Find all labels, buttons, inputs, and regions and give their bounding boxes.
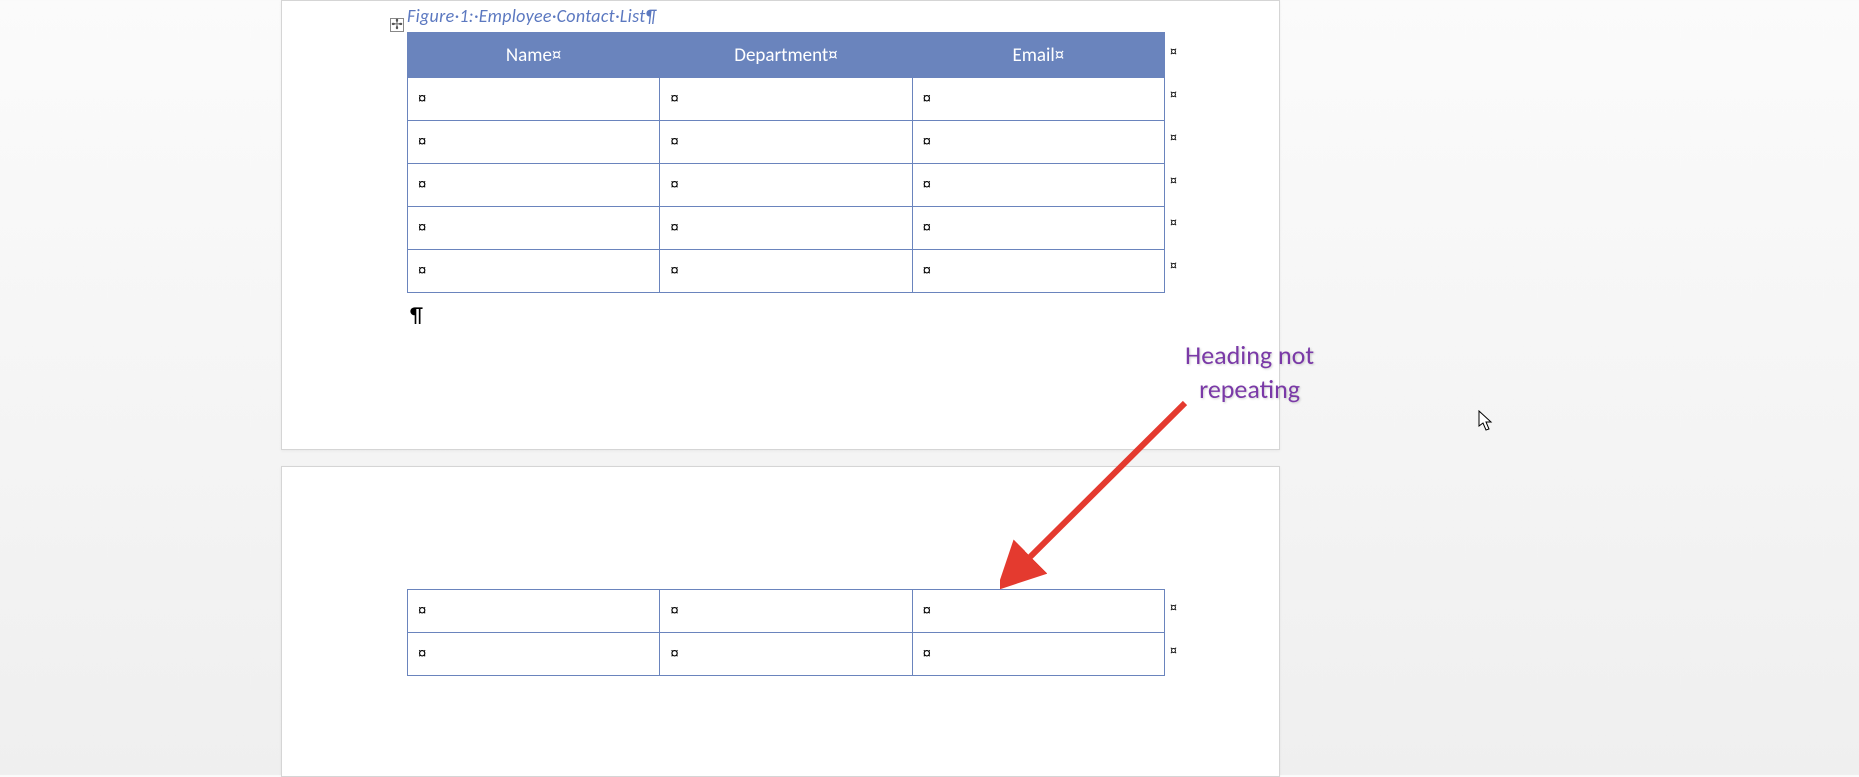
table-cell[interactable]: ¤ bbox=[912, 633, 1164, 676]
annotation-line-2: repeating bbox=[1199, 373, 1300, 405]
header-name[interactable]: Name¤ bbox=[408, 33, 660, 78]
cell-end-mark-icon: ¤ bbox=[923, 645, 931, 662]
row-end-mark-icon: ¤ bbox=[1170, 43, 1177, 60]
annotation-callout: Heading not repeating bbox=[1185, 339, 1314, 407]
cell-end-mark-icon: ¤ bbox=[670, 133, 678, 150]
cell-end-mark-icon: ¤ bbox=[923, 133, 931, 150]
table-cell[interactable]: ¤ bbox=[408, 164, 660, 207]
table-cell[interactable]: ¤ bbox=[408, 78, 660, 121]
table-cell[interactable]: ¤ bbox=[408, 121, 660, 164]
annotation-line-1: Heading not bbox=[1185, 339, 1314, 371]
row-end-mark-icon: ¤ bbox=[1170, 172, 1177, 189]
cell-end-mark-icon: ¤ bbox=[670, 90, 678, 107]
table-row[interactable]: ¤ ¤ ¤ bbox=[408, 633, 1165, 676]
table-cell[interactable]: ¤ bbox=[912, 78, 1164, 121]
header-department[interactable]: Department¤ bbox=[660, 33, 912, 78]
header-email[interactable]: Email¤ bbox=[912, 33, 1164, 78]
table-cell[interactable]: ¤ bbox=[660, 78, 912, 121]
table-cell[interactable]: ¤ bbox=[660, 207, 912, 250]
employee-contact-table-continued[interactable]: ¤ ¤ ¤ ¤ ¤ ¤ bbox=[407, 589, 1165, 676]
table-row[interactable]: ¤ ¤ ¤ bbox=[408, 121, 1165, 164]
table-cell[interactable]: ¤ bbox=[660, 633, 912, 676]
row-end-mark-icon: ¤ bbox=[1170, 599, 1177, 616]
table-cell[interactable]: ¤ bbox=[408, 590, 660, 633]
table-row[interactable]: ¤ ¤ ¤ bbox=[408, 207, 1165, 250]
cell-end-mark-icon: ¤ bbox=[418, 262, 426, 279]
document-page-2[interactable]: ¤ ¤ ¤ ¤ ¤ ¤ ¤ ¤ bbox=[281, 466, 1280, 777]
cell-end-mark-icon: ¤ bbox=[923, 90, 931, 107]
cell-end-mark-icon: ¤ bbox=[923, 602, 931, 619]
employee-contact-table[interactable]: Name¤ Department¤ Email¤ ¤ ¤ ¤ ¤ ¤ ¤ ¤ ¤… bbox=[407, 32, 1165, 293]
cell-end-mark-icon: ¤ bbox=[418, 645, 426, 662]
table-row[interactable]: ¤ ¤ ¤ bbox=[408, 250, 1165, 293]
table-row[interactable]: ¤ ¤ ¤ bbox=[408, 590, 1165, 633]
table-cell[interactable]: ¤ bbox=[408, 250, 660, 293]
row-end-mark-icon: ¤ bbox=[1170, 86, 1177, 103]
cell-end-mark-icon: ¤ bbox=[670, 262, 678, 279]
table-cell[interactable]: ¤ bbox=[912, 164, 1164, 207]
table-cell[interactable]: ¤ bbox=[408, 633, 660, 676]
row-end-mark-icon: ¤ bbox=[1170, 642, 1177, 659]
table-move-handle-icon[interactable]: ✢ bbox=[390, 18, 404, 32]
figure-caption[interactable]: Figure·1:·Employee·Contact·List¶ bbox=[407, 5, 656, 27]
document-page-1[interactable]: Figure·1:·Employee·Contact·List¶ ✢ Name¤… bbox=[281, 0, 1280, 450]
cell-end-mark-icon: ¤ bbox=[923, 176, 931, 193]
table-cell[interactable]: ¤ bbox=[660, 590, 912, 633]
mouse-cursor-icon bbox=[1478, 410, 1494, 432]
table-header-row[interactable]: Name¤ Department¤ Email¤ bbox=[408, 33, 1165, 78]
cell-end-mark-icon: ¤ bbox=[670, 645, 678, 662]
table-cell[interactable]: ¤ bbox=[912, 250, 1164, 293]
cell-end-mark-icon: ¤ bbox=[418, 602, 426, 619]
cell-end-mark-icon: ¤ bbox=[670, 176, 678, 193]
cell-end-mark-icon: ¤ bbox=[418, 90, 426, 107]
table-cell[interactable]: ¤ bbox=[660, 250, 912, 293]
table-cell[interactable]: ¤ bbox=[660, 164, 912, 207]
paragraph-mark-icon: ¶ bbox=[410, 301, 423, 328]
cell-end-mark-icon: ¤ bbox=[418, 219, 426, 236]
table-cell[interactable]: ¤ bbox=[912, 207, 1164, 250]
row-end-mark-icon: ¤ bbox=[1170, 214, 1177, 231]
cell-end-mark-icon: ¤ bbox=[923, 219, 931, 236]
table-cell[interactable]: ¤ bbox=[912, 121, 1164, 164]
table-row[interactable]: ¤ ¤ ¤ bbox=[408, 78, 1165, 121]
cell-end-mark-icon: ¤ bbox=[670, 219, 678, 236]
table-cell[interactable]: ¤ bbox=[408, 207, 660, 250]
cell-end-mark-icon: ¤ bbox=[418, 176, 426, 193]
cell-end-mark-icon: ¤ bbox=[670, 602, 678, 619]
table-cell[interactable]: ¤ bbox=[660, 121, 912, 164]
row-end-mark-icon: ¤ bbox=[1170, 129, 1177, 146]
table-row[interactable]: ¤ ¤ ¤ bbox=[408, 164, 1165, 207]
cell-end-mark-icon: ¤ bbox=[418, 133, 426, 150]
cell-end-mark-icon: ¤ bbox=[923, 262, 931, 279]
row-end-mark-icon: ¤ bbox=[1170, 257, 1177, 274]
table-cell[interactable]: ¤ bbox=[912, 590, 1164, 633]
